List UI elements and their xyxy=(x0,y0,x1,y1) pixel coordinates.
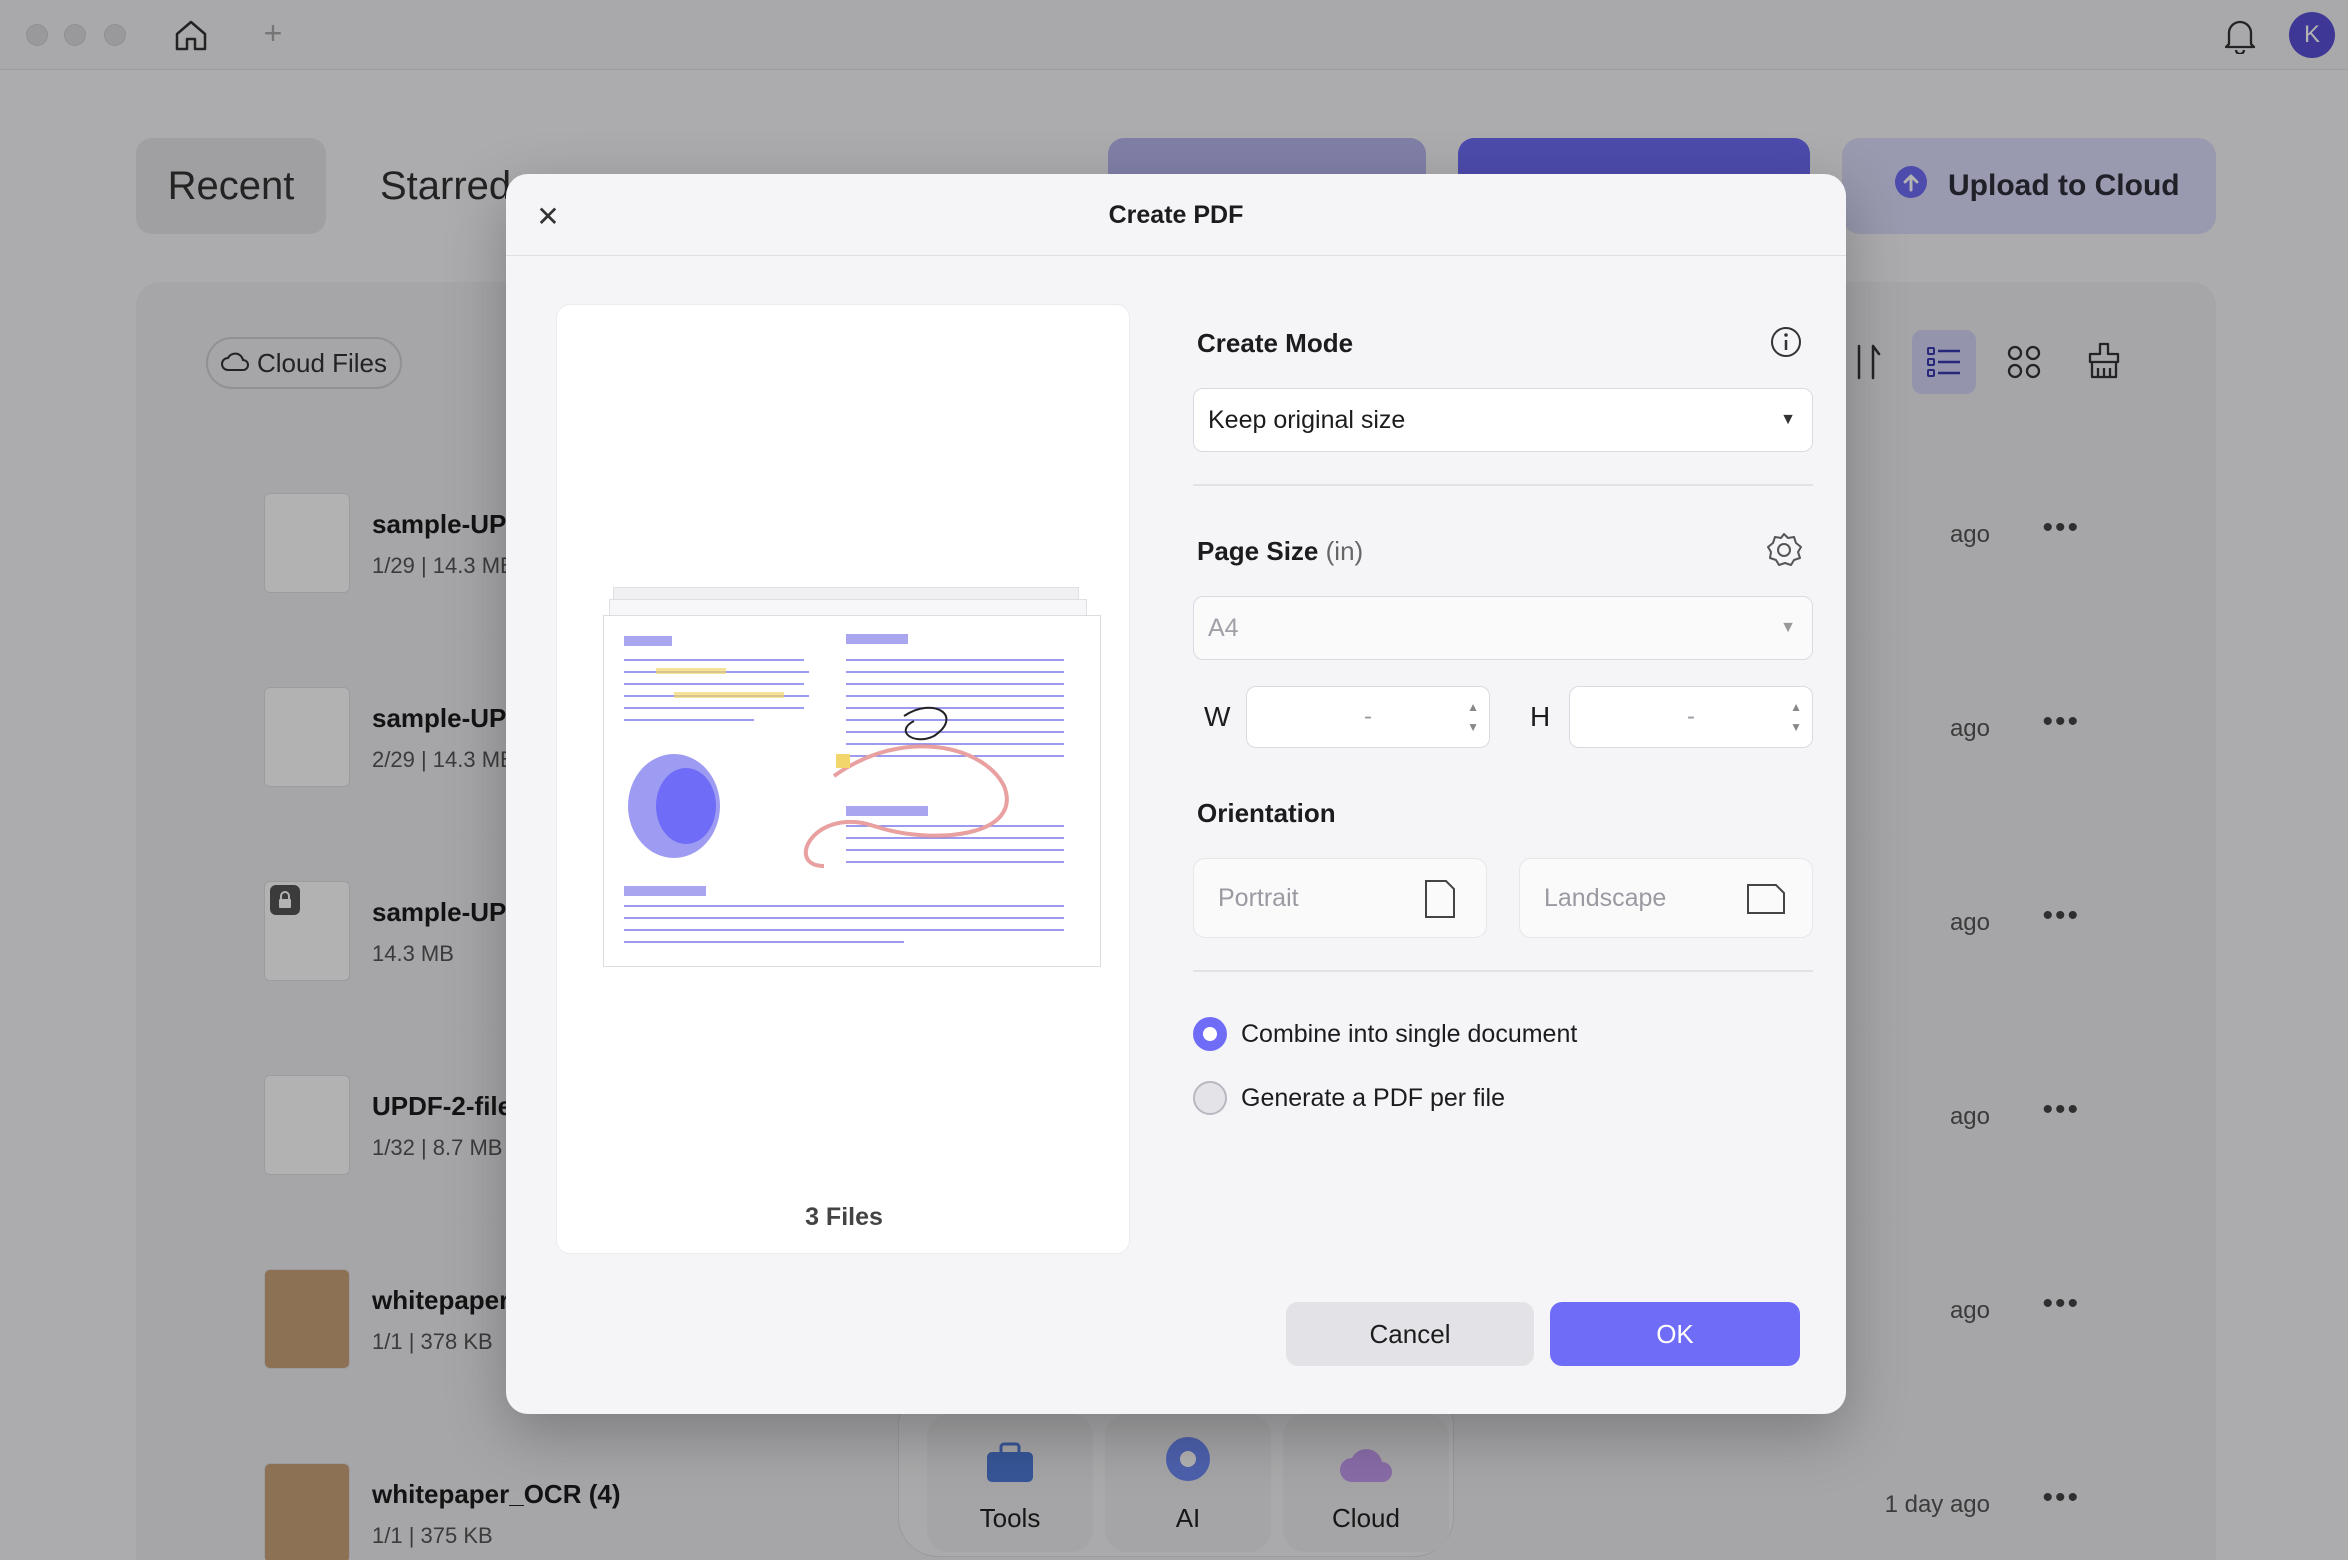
width-value: - xyxy=(1364,703,1372,730)
landscape-page-icon xyxy=(1746,883,1786,922)
cancel-button[interactable]: Cancel xyxy=(1286,1302,1534,1366)
dialog-title: Create PDF xyxy=(1108,200,1244,229)
app-window: + K Recent Starred Upload to Cloud Cloud… xyxy=(0,0,2348,1560)
width-stepper[interactable]: ▲ ▼ xyxy=(1467,697,1479,737)
create-mode-select[interactable]: Keep original size ▼ xyxy=(1193,388,1813,452)
create-mode-value: Keep original size xyxy=(1208,405,1406,434)
width-field[interactable]: - ▲ ▼ xyxy=(1246,686,1490,748)
gear-icon[interactable] xyxy=(1762,528,1806,572)
page-size-select[interactable]: A4 ▼ xyxy=(1193,596,1813,660)
document-preview-stack xyxy=(603,587,1101,967)
combine-single-option[interactable]: Combine into single document xyxy=(1193,1017,1577,1051)
portrait-option[interactable]: Portrait xyxy=(1193,858,1487,938)
orientation-label: Orientation xyxy=(1197,798,1336,828)
per-file-label: Generate a PDF per file xyxy=(1241,1083,1506,1112)
pdf-per-file-option[interactable]: Generate a PDF per file xyxy=(1193,1081,1505,1115)
files-count: 3 Files xyxy=(805,1203,883,1231)
landscape-label: Landscape xyxy=(1544,883,1667,912)
page-size-text: Page Size xyxy=(1197,536,1319,566)
combine-label: Combine into single document xyxy=(1241,1019,1578,1048)
height-stepper[interactable]: ▲ ▼ xyxy=(1790,697,1802,737)
portrait-page-icon xyxy=(1424,879,1456,926)
create-mode-label: Create Mode xyxy=(1197,328,1354,358)
divider xyxy=(1193,484,1813,486)
ok-button[interactable]: OK xyxy=(1550,1302,1800,1366)
close-icon[interactable]: ✕ xyxy=(530,198,566,234)
dropdown-caret-icon: ▼ xyxy=(1780,619,1796,636)
width-label: W xyxy=(1204,701,1231,732)
cancel-label: Cancel xyxy=(1369,1318,1451,1349)
info-icon[interactable] xyxy=(1768,324,1804,360)
page-thumbnail xyxy=(603,615,1101,967)
landscape-option[interactable]: Landscape xyxy=(1519,858,1813,938)
page-size-unit: (in) xyxy=(1325,536,1364,566)
create-pdf-dialog: Create PDF ✕ 3 Files Create Mode Keep or… xyxy=(506,174,1846,1414)
height-label: H xyxy=(1530,701,1551,732)
divider xyxy=(1193,970,1813,972)
page-size-label: Page Size (in) xyxy=(1197,536,1363,567)
dropdown-caret-icon: ▼ xyxy=(1780,411,1796,428)
preview-pane: 3 Files xyxy=(556,304,1130,1254)
combine-radio[interactable] xyxy=(1193,1017,1227,1051)
per-file-radio[interactable] xyxy=(1193,1081,1227,1115)
height-value: - xyxy=(1687,703,1695,730)
height-field[interactable]: - ▲ ▼ xyxy=(1569,686,1813,748)
ok-label: OK xyxy=(1656,1318,1694,1349)
page-size-value: A4 xyxy=(1208,613,1239,642)
portrait-label: Portrait xyxy=(1218,883,1299,912)
